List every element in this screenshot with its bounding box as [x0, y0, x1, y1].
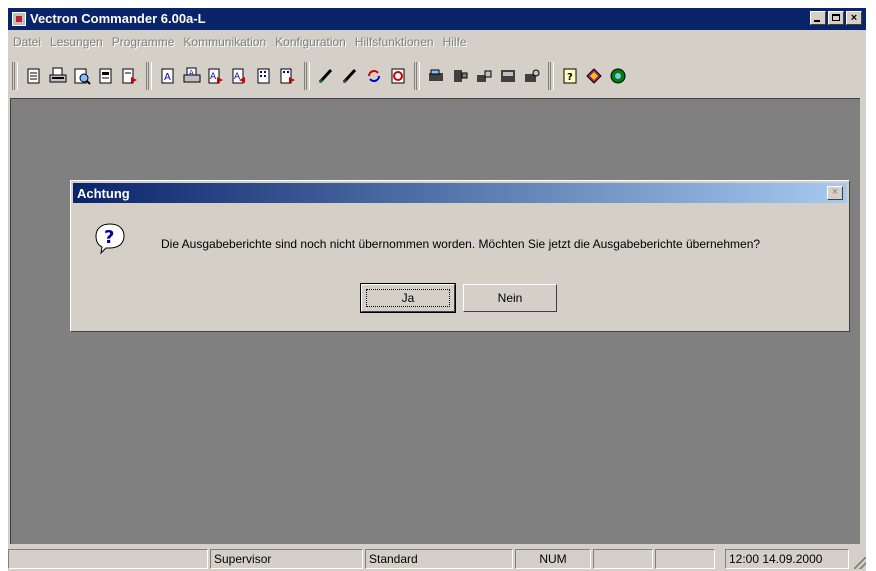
export-report-icon[interactable] [120, 65, 140, 87]
status-panel-caps [593, 548, 653, 569]
data-grid-export-icon[interactable] [278, 65, 298, 87]
status-bar: Supervisor Standard NUM 12:00 14.09.2000 [8, 546, 866, 571]
print-report-icon[interactable] [48, 65, 68, 87]
no-button[interactable]: Nein [463, 284, 557, 312]
svg-text:A: A [164, 72, 171, 83]
tools-icon[interactable] [474, 65, 494, 87]
resize-grip[interactable] [854, 557, 866, 569]
menu-konfiguration[interactable]: Konfiguration [270, 35, 350, 49]
toolbar-separator [304, 62, 310, 90]
svg-text:?: ? [104, 227, 114, 248]
print-a-icon[interactable]: A [182, 65, 202, 87]
preview-report-icon[interactable] [72, 65, 92, 87]
minimize-button[interactable] [810, 11, 826, 25]
svg-text:A: A [234, 72, 241, 82]
cash-register-icon[interactable] [498, 65, 518, 87]
refresh-icon[interactable] [364, 65, 384, 87]
export-a2-icon[interactable]: A [230, 65, 250, 87]
svg-text:A: A [189, 69, 194, 77]
svg-text:A: A [210, 72, 217, 82]
dialog-title: Achtung [77, 186, 130, 201]
close-button[interactable]: × [846, 11, 862, 25]
pen-icon[interactable] [316, 65, 336, 87]
settings-icon[interactable] [450, 65, 470, 87]
dialog-message: Die Ausgabeberichte sind noch nicht über… [161, 237, 761, 251]
status-num: NUM [515, 548, 591, 569]
export-a-icon[interactable]: A [206, 65, 226, 87]
question-icon: ? [95, 223, 125, 255]
toolbar-separator [12, 62, 18, 90]
register-icon[interactable] [426, 65, 446, 87]
help-icon[interactable]: ? [560, 65, 580, 87]
yes-button[interactable]: Ja [360, 283, 456, 313]
svg-text:?: ? [567, 72, 573, 83]
status-panel-scroll [655, 548, 715, 569]
status-user: Supervisor [210, 548, 363, 569]
menu-datei[interactable]: Datei [8, 35, 45, 49]
dialog-close-button[interactable]: × [827, 186, 843, 200]
config-icon[interactable] [522, 65, 542, 87]
menu-hilfe[interactable]: Hilfe [438, 35, 471, 49]
edit-report-icon[interactable] [96, 65, 116, 87]
menu-lesungen[interactable]: Lesungen [45, 35, 107, 49]
data-grid-icon[interactable] [254, 65, 274, 87]
menu-kommunikation[interactable]: Kommunikation [178, 35, 270, 49]
title-bar[interactable]: Vectron Commander 6.00a-L × [8, 8, 866, 30]
status-profile: Standard [365, 548, 513, 569]
menu-programme[interactable]: Programme [107, 35, 179, 49]
app-icon[interactable] [12, 12, 26, 26]
menu-bar: Datei Lesungen Programme Kommunikation K… [8, 32, 866, 52]
toolbar-separator [414, 62, 420, 90]
toolbar: A A A A ? [8, 56, 866, 96]
status-datetime: 12:00 14.09.2000 [725, 548, 849, 569]
main-window: Vectron Commander 6.00a-L × Datei Lesung… [8, 8, 866, 571]
caption-buttons: × [810, 11, 862, 25]
status-panel-main [8, 548, 208, 569]
window-title: Vectron Commander 6.00a-L [30, 11, 206, 26]
warning-dialog: Achtung × ? Die Ausgabeberichte sind noc… [70, 180, 850, 332]
report-icon[interactable] [24, 65, 44, 87]
toolbar-separator [548, 62, 554, 90]
menu-hilfsfunktionen[interactable]: Hilfsfunktionen [350, 35, 438, 49]
sync-icon[interactable] [388, 65, 408, 87]
dialog-title-bar[interactable]: Achtung × [73, 183, 847, 203]
about-icon[interactable] [608, 65, 628, 87]
text-a-icon[interactable]: A [158, 65, 178, 87]
pen-alt-icon[interactable] [340, 65, 360, 87]
toolbar-separator [146, 62, 152, 90]
maximize-button[interactable] [828, 11, 844, 25]
book-icon[interactable] [584, 65, 604, 87]
